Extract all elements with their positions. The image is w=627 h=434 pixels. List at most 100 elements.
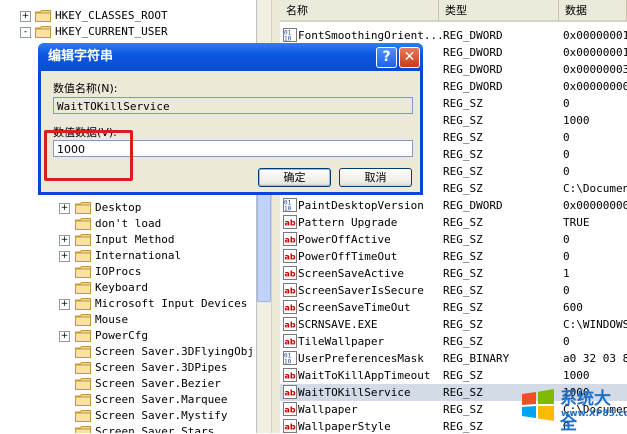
value-row[interactable]: 01 10 UserPreferencesMask REG_BINARY a0 32 0… bbox=[280, 350, 627, 367]
svg-text:ab: ab bbox=[285, 236, 296, 245]
tree-item[interactable]: + Input Method bbox=[0, 232, 256, 248]
value-name: UserPreferencesMask bbox=[298, 352, 424, 365]
tree-item-label: Screen Saver.3DPipes bbox=[95, 361, 228, 374]
string-value-icon: ab bbox=[283, 402, 297, 416]
value-row[interactable]: ab ScreenSaveTimeOut REG_SZ 600 bbox=[280, 299, 627, 316]
value-name: PaintDesktopVersion bbox=[298, 199, 424, 212]
tree-item[interactable]: - HKEY_CURRENT_USER bbox=[0, 24, 256, 40]
tree-item[interactable]: Screen Saver.3DFlyingObj bbox=[0, 344, 256, 360]
value-name: SCRNSAVE.EXE bbox=[298, 318, 378, 331]
value-data: 1 bbox=[563, 267, 570, 280]
value-name: WallpaperStyle bbox=[298, 420, 391, 433]
folder-icon bbox=[35, 26, 51, 38]
tree-item[interactable]: + Microsoft Input Devices bbox=[0, 296, 256, 312]
expand-icon[interactable]: + bbox=[59, 251, 70, 262]
value-data: 1000 bbox=[563, 114, 590, 127]
value-row[interactable]: 01 10 PaintDesktopVersion REG_DWORD 0x000000… bbox=[280, 197, 627, 214]
cancel-button[interactable]: 取消 bbox=[339, 168, 412, 187]
column-header-data[interactable]: 数据 bbox=[559, 0, 627, 22]
expand-icon[interactable]: + bbox=[20, 11, 31, 22]
value-data: 0 bbox=[563, 148, 570, 161]
tree-item[interactable]: Keyboard bbox=[0, 280, 256, 296]
value-name: ScreenSaveTimeOut bbox=[298, 301, 411, 314]
tree-item-label: Screen Saver.Marquee bbox=[95, 393, 228, 406]
value-data: 0 bbox=[563, 165, 570, 178]
help-icon: ? bbox=[382, 49, 391, 65]
expand-icon[interactable]: + bbox=[59, 203, 70, 214]
value-data: C:\Document bbox=[563, 182, 627, 195]
folder-icon bbox=[75, 298, 91, 310]
value-name: PowerOffTimeOut bbox=[298, 250, 398, 263]
value-row[interactable]: ab PowerOffTimeOut REG_SZ 0 bbox=[280, 248, 627, 265]
tree-item[interactable]: don't load bbox=[0, 216, 256, 232]
tree-item[interactable]: Screen Saver.Bezier bbox=[0, 376, 256, 392]
folder-icon bbox=[75, 394, 91, 406]
svg-text:10: 10 bbox=[284, 206, 292, 213]
tree-item-label: Desktop bbox=[95, 201, 142, 214]
tree-item[interactable]: Screen Saver.Marquee bbox=[0, 392, 256, 408]
value-data: 0 bbox=[563, 250, 570, 263]
value-type: REG_SZ bbox=[443, 284, 483, 297]
value-data: 600 bbox=[563, 301, 583, 314]
tree-item[interactable]: + International bbox=[0, 248, 256, 264]
value-data: 0 bbox=[563, 233, 570, 246]
string-value-icon: ab bbox=[283, 334, 297, 348]
expand-icon[interactable]: + bbox=[59, 235, 70, 246]
value-name: ScreenSaveActive bbox=[298, 267, 404, 280]
value-type: REG_SZ bbox=[443, 301, 483, 314]
tree-item[interactable]: Mouse bbox=[0, 312, 256, 328]
value-name: Wallpaper bbox=[298, 403, 358, 416]
tree-item[interactable]: Screen Saver.Stars bbox=[0, 424, 256, 433]
value-type: REG_SZ bbox=[443, 250, 483, 263]
value-row[interactable]: abSCRNSAVE.EXE REG_SZ C:\WINDOWS\ bbox=[280, 316, 627, 333]
binary-value-icon: 0110 bbox=[283, 198, 297, 213]
value-name: WaitTOKillService bbox=[298, 386, 411, 399]
value-data: 0 bbox=[563, 284, 570, 297]
svg-text:ab: ab bbox=[285, 287, 296, 296]
column-header-name[interactable]: 名称 bbox=[280, 0, 439, 22]
svg-text:ab: ab bbox=[285, 304, 296, 313]
tree-item[interactable]: Screen Saver.3DPipes bbox=[0, 360, 256, 376]
windows-logo-icon bbox=[522, 389, 554, 421]
value-row[interactable]: ab PowerOffActive REG_SZ 0 bbox=[280, 231, 627, 248]
value-row[interactable]: ab TileWallpaper REG_SZ 0 bbox=[280, 333, 627, 350]
value-type: REG_SZ bbox=[443, 233, 483, 246]
tree-item[interactable]: IOProcs bbox=[0, 264, 256, 280]
value-type: REG_SZ bbox=[443, 114, 483, 127]
folder-icon bbox=[75, 234, 91, 246]
value-data: 0x00000001 bbox=[563, 29, 627, 42]
tree-item[interactable]: Screen Saver.Mystify bbox=[0, 408, 256, 424]
help-button[interactable]: ? bbox=[376, 47, 397, 68]
svg-text:10: 10 bbox=[284, 36, 292, 43]
value-name: ScreenSaverIsSecure bbox=[298, 284, 424, 297]
tree-item-label: HKEY_CLASSES_ROOT bbox=[55, 9, 168, 22]
value-type: REG_SZ bbox=[443, 182, 483, 195]
value-type: REG_SZ bbox=[443, 369, 483, 382]
close-icon: ✕ bbox=[403, 49, 416, 65]
string-value-icon: ab bbox=[283, 300, 297, 314]
column-header-type[interactable]: 类型 bbox=[439, 0, 559, 22]
tree-item[interactable]: + PowerCfg bbox=[0, 328, 256, 344]
dialog-title-bar[interactable]: 编辑字符串 bbox=[38, 43, 423, 71]
tree-item-label: Input Method bbox=[95, 233, 175, 246]
string-value-icon: ab bbox=[283, 266, 297, 280]
value-type: REG_SZ bbox=[443, 97, 483, 110]
value-row[interactable]: ab ScreenSaverIsSecure REG_SZ 0 bbox=[280, 282, 627, 299]
expand-icon[interactable]: + bbox=[59, 299, 70, 310]
value-data: 0x00000000 bbox=[563, 80, 627, 93]
string-value-icon: ab bbox=[283, 317, 297, 331]
close-button[interactable]: ✕ bbox=[399, 47, 420, 68]
tree-item[interactable]: + HKEY_CLASSES_ROOT bbox=[0, 8, 256, 24]
value-row[interactable]: 01 10 FontSmoothingOrient... REG_DWORD 0x000… bbox=[280, 27, 627, 44]
svg-text:ab: ab bbox=[285, 389, 296, 398]
svg-text:ab: ab bbox=[285, 253, 296, 262]
value-type: REG_SZ bbox=[443, 335, 483, 348]
collapse-icon[interactable]: - bbox=[20, 27, 31, 38]
tree-item-label: Screen Saver.Mystify bbox=[95, 409, 228, 422]
binary-value-icon: 0110 bbox=[283, 351, 297, 366]
value-row[interactable]: ab ScreenSaveActive REG_SZ 1 bbox=[280, 265, 627, 282]
expand-icon[interactable]: + bbox=[59, 331, 70, 342]
value-row[interactable]: ab Pattern Upgrade REG_SZ TRUE bbox=[280, 214, 627, 231]
tree-item[interactable]: + Desktop bbox=[0, 200, 256, 216]
ok-button[interactable]: 确定 bbox=[258, 168, 331, 187]
